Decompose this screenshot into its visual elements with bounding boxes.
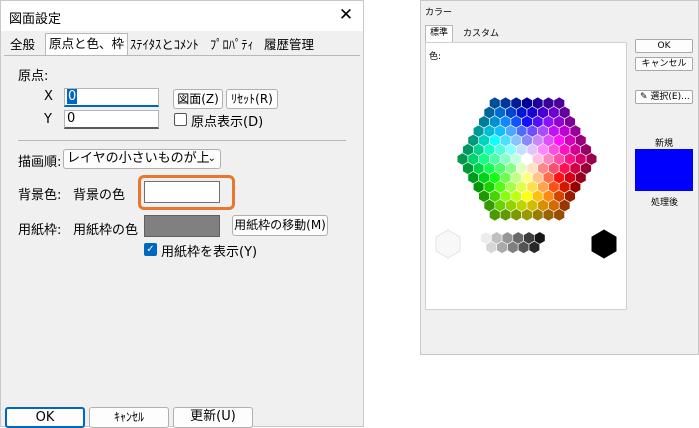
origin-y-value: 0 [67, 111, 76, 126]
update-button[interactable]: 更新(U) [173, 407, 253, 428]
divider [18, 140, 346, 141]
reset-button[interactable]: ﾘｾｯﾄ(R) [226, 89, 278, 109]
color-swatch[interactable] [585, 152, 598, 166]
drawing-settings-dialog: 図面設定 ✕ 全般 原点と色、枠 ｽﾃｲﾀｽとｺﾒﾝﾄ ﾌﾟﾛﾊﾟﾃｨ 履歴管理… [0, 0, 364, 428]
color-cancel-button[interactable]: キャンセル [635, 57, 693, 71]
background-label: 背景色: [18, 188, 62, 203]
draw-order-select[interactable]: レイヤの小さいものが上 ⌄ [63, 149, 221, 169]
drawing-button[interactable]: 図面(Z) [173, 89, 223, 109]
origin-x-input[interactable]: 0 [64, 88, 159, 107]
show-paper-frame-checkbox[interactable]: ✓ [144, 243, 157, 256]
chevron-down-icon: ⌄ [207, 153, 216, 164]
tab-status-comment[interactable]: ｽﾃｲﾀｽとｺﾒﾝﾄ [127, 35, 202, 55]
color-swatch[interactable] [435, 229, 461, 259]
color-swatch[interactable] [591, 229, 617, 259]
show-origin-checkbox[interactable] [174, 113, 187, 126]
origin-x-value: 0 [67, 89, 78, 104]
tab-standard[interactable]: 標準 [425, 25, 454, 42]
gray-swatch[interactable] [534, 231, 546, 245]
cancel-button[interactable]: ｷｬﾝｾﾙ [89, 407, 169, 428]
select-label: 選択(E)... [650, 92, 690, 102]
tab-bar: 全般 原点と色、枠 ｽﾃｲﾀｽとｺﾒﾝﾄ ﾌﾟﾛﾊﾟﾃｨ 履歴管理 [1, 33, 363, 56]
title-bar: 図面設定 ✕ [1, 1, 363, 31]
eyedropper-icon: ✎ [640, 92, 648, 102]
tab-history[interactable]: 履歴管理 [261, 35, 317, 55]
origin-heading: 原点: [18, 69, 49, 84]
paper-frame-color-button[interactable] [144, 215, 220, 237]
paper-frame-color-label: 用紙枠の色 [73, 223, 139, 238]
eyedropper-select-button[interactable]: ✎ 選択(E)... [635, 90, 693, 104]
paper-frame-label: 用紙枠: [18, 223, 62, 238]
move-paper-frame-button[interactable]: 用紙枠の移動(M) [232, 215, 328, 236]
tab-custom[interactable]: カスタム [459, 27, 503, 41]
draw-order-label: 描画順: [18, 155, 62, 170]
ok-button[interactable]: OK [5, 407, 85, 428]
background-color-label: 背景の色 [73, 188, 126, 203]
background-color-button[interactable] [144, 181, 220, 203]
origin-y-label: Y [44, 112, 52, 127]
color-hexagon-palette[interactable] [426, 43, 628, 311]
origin-y-input[interactable]: 0 [64, 110, 159, 129]
dialog-title: 図面設定 [9, 12, 62, 27]
origin-x-label: X [44, 89, 53, 104]
new-color-preview [635, 149, 693, 191]
tab-general[interactable]: 全般 [7, 35, 38, 55]
tab-origin-color-frame[interactable]: 原点と色、枠 [45, 33, 129, 56]
color-dialog-title: カラー [425, 8, 453, 18]
new-color-label: 新規 [655, 139, 674, 149]
draw-order-value: レイヤの小さいものが上 [67, 151, 210, 166]
standard-colors-panel: 色: [425, 42, 627, 310]
color-ok-button[interactable]: OK [635, 39, 693, 53]
color-dialog: カラー 標準 カスタム 色: OK キャンセル ✎ 選択(E)... 新規 処理… [420, 0, 699, 355]
close-icon[interactable]: ✕ [337, 6, 355, 24]
tab-properties[interactable]: ﾌﾟﾛﾊﾟﾃｨ [207, 35, 257, 55]
current-color-label: 処理後 [651, 198, 679, 208]
show-paper-frame-label: 用紙枠を表示(Y) [161, 245, 258, 260]
show-origin-label: 原点表示(D) [191, 115, 264, 130]
